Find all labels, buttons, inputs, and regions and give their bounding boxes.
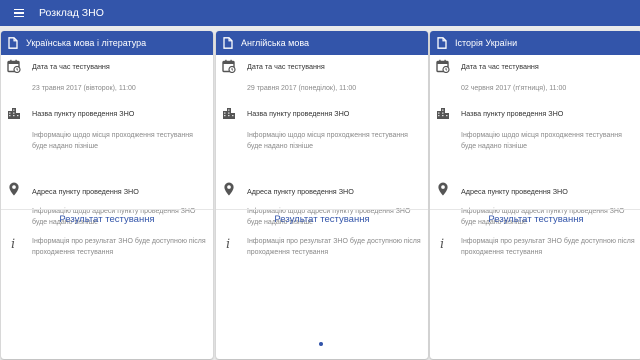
building-icon	[437, 108, 449, 119]
address-label: Адреса пункту проведення ЗНО	[461, 187, 568, 196]
divider	[430, 209, 640, 210]
building-icon	[8, 108, 20, 119]
date-label: Дата та час тестування	[461, 62, 539, 71]
result-info: Інформація про результат ЗНО буде доступ…	[461, 238, 635, 256]
date-label: Дата та час тестування	[32, 62, 110, 71]
subject-card[interactable]: Українська мова і література Дата та час…	[1, 31, 213, 359]
location-pin-icon	[9, 182, 19, 196]
calendar-icon	[436, 59, 450, 73]
document-icon	[223, 37, 233, 49]
place-label: Назва пункту проведення ЗНО	[32, 109, 135, 118]
subject-title: Українська мова і література	[26, 38, 147, 48]
subject-title: Англійська мова	[241, 38, 310, 48]
card-header: Англійська мова	[216, 31, 428, 55]
address-label: Адреса пункту проведення ЗНО	[32, 187, 139, 196]
result-info: Інформація про результат ЗНО буде доступ…	[32, 238, 206, 256]
document-icon	[437, 37, 447, 49]
calendar-icon	[7, 59, 21, 73]
building-icon	[223, 108, 235, 119]
location-pin-icon	[438, 182, 448, 196]
info-icon: i	[226, 237, 231, 252]
place-value: Інформацію щодо місця проходження тестув…	[247, 132, 408, 150]
date-label: Дата та час тестування	[247, 62, 325, 71]
date-value: 02 червня 2017 (п'ятниця), 11:00	[461, 85, 567, 92]
document-icon	[8, 37, 18, 49]
subject-card[interactable]: Англійська мова Дата та час тестування 2…	[216, 31, 428, 359]
place-value: Інформацію щодо місця проходження тестув…	[32, 132, 193, 150]
address-label: Адреса пункту проведення ЗНО	[247, 187, 354, 196]
date-value: 23 травня 2017 (вівторок), 11:00	[32, 85, 136, 92]
place-label: Назва пункту проведення ЗНО	[247, 109, 350, 118]
result-title[interactable]: Результат тестування	[430, 214, 640, 225]
place-label: Назва пункту проведення ЗНО	[461, 109, 564, 118]
divider	[216, 209, 428, 210]
result-title[interactable]: Результат тестування	[1, 214, 213, 225]
app-title: Розклад ЗНО	[39, 7, 104, 19]
date-value: 29 травня 2017 (понеділок), 11:00	[247, 85, 357, 92]
info-icon: i	[440, 237, 445, 252]
result-info: Інформація про результат ЗНО буде доступ…	[247, 238, 421, 256]
subject-card[interactable]: Історія України Дата та час тестування 0…	[430, 31, 640, 359]
page-indicator-dot	[319, 342, 323, 346]
card-header: Українська мова і література	[1, 31, 213, 55]
calendar-icon	[222, 59, 236, 73]
result-title[interactable]: Результат тестування	[216, 214, 428, 225]
subject-title: Історія України	[455, 38, 518, 48]
card-header: Історія України	[430, 31, 640, 55]
app-bar: Розклад ЗНО	[0, 0, 640, 26]
menu-icon[interactable]	[0, 0, 36, 26]
info-icon: i	[11, 237, 16, 252]
location-pin-icon	[224, 182, 234, 196]
divider	[1, 209, 213, 210]
place-value: Інформацію щодо місця проходження тестув…	[461, 132, 622, 150]
